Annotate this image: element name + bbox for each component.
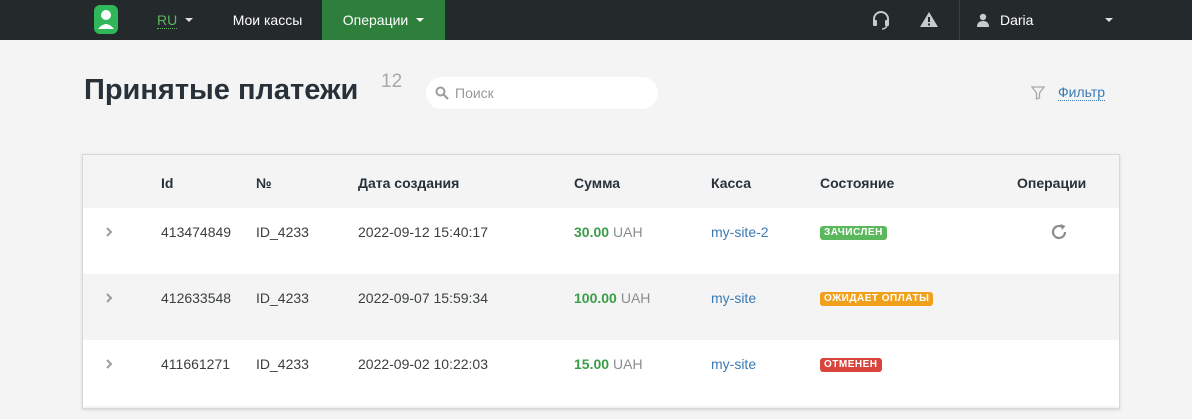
refresh-icon[interactable] <box>1049 222 1069 242</box>
amount-value: 30.00 <box>574 224 610 240</box>
column-header-kassa[interactable]: Касса <box>711 175 751 191</box>
row-amount: 30.00 UAH <box>574 224 643 240</box>
user-icon <box>977 13 989 27</box>
nav-my-kassy[interactable]: Мои кассы <box>214 0 321 40</box>
column-header-state[interactable]: Состояние <box>820 175 894 191</box>
chevron-down-icon <box>1105 18 1113 22</box>
top-navbar: RU Мои кассы Операции Daria <box>0 0 1192 40</box>
warning-icon[interactable] <box>918 9 940 31</box>
column-header-id[interactable]: Id <box>161 175 173 191</box>
row-id: 412633548 <box>161 290 232 306</box>
user-logo-icon[interactable] <box>94 5 118 34</box>
user-name: Daria <box>1000 12 1034 28</box>
table-row[interactable]: 412633548 ID_4233 2022-09-07 15:59:34 10… <box>83 274 1119 340</box>
column-header-sum[interactable]: Сумма <box>574 175 620 191</box>
row-kassa-link[interactable]: my-site <box>711 290 756 306</box>
nav-operations-label: Операции <box>342 12 409 28</box>
chevron-down-icon <box>185 18 194 22</box>
payments-count: 12 <box>381 71 403 92</box>
filter-label: Фильтр <box>1058 84 1106 101</box>
row-amount: 15.00 UAH <box>574 356 643 372</box>
payments-table: Id № Дата создания Сумма Касса Состояние… <box>82 154 1120 409</box>
amount-value: 100.00 <box>574 290 617 306</box>
search-box[interactable] <box>426 77 658 109</box>
search-input[interactable] <box>455 85 645 101</box>
table-row[interactable]: 413474849 ID_4233 2022-09-12 15:40:17 30… <box>83 208 1119 274</box>
row-kassa-link[interactable]: my-site-2 <box>711 224 769 240</box>
amount-currency: UAH <box>613 356 643 372</box>
nav-my-kassy-label: Мои кассы <box>232 12 303 28</box>
filter-toggle[interactable]: Фильтр <box>1031 84 1106 101</box>
status-badge: ОЖИДАЕТ ОПЛАТЫ <box>820 292 934 306</box>
row-amount: 100.00 UAH <box>574 290 650 306</box>
row-date: 2022-09-02 10:22:03 <box>358 356 488 372</box>
row-kassa-link[interactable]: my-site <box>711 356 756 372</box>
chevron-down-icon <box>416 18 425 22</box>
row-id: 413474849 <box>161 224 232 240</box>
column-header-date[interactable]: Дата создания <box>358 175 459 191</box>
row-date: 2022-09-07 15:59:34 <box>358 290 488 306</box>
row-number: ID_4233 <box>256 290 309 306</box>
nav-operations[interactable]: Операции <box>322 0 445 40</box>
column-header-number[interactable]: № <box>256 175 272 191</box>
language-selector[interactable]: RU <box>148 0 206 40</box>
chevron-right-icon[interactable] <box>105 292 113 304</box>
column-header-operations: Операции <box>1017 175 1087 191</box>
row-date: 2022-09-12 15:40:17 <box>358 224 488 240</box>
row-number: ID_4233 <box>256 356 309 372</box>
chevron-right-icon[interactable] <box>105 226 113 238</box>
amount-currency: UAH <box>620 290 651 306</box>
amount-currency: UAH <box>613 224 643 240</box>
chevron-right-icon[interactable] <box>105 358 113 370</box>
headset-icon[interactable] <box>870 9 892 31</box>
row-number: ID_4233 <box>256 224 309 240</box>
page-title: Принятые платежи <box>84 74 359 106</box>
status-badge: ЗАЧИСЛЕН <box>820 226 887 240</box>
row-id: 411661271 <box>161 356 231 372</box>
table-row[interactable]: 411661271 ID_4233 2022-09-02 10:22:03 15… <box>83 340 1119 406</box>
user-menu[interactable]: Daria <box>960 0 1192 40</box>
filter-icon <box>1031 85 1045 100</box>
amount-value: 15.00 <box>574 356 610 372</box>
search-icon <box>435 86 449 100</box>
status-badge: ОТМЕНЕН <box>820 358 882 372</box>
language-label: RU <box>157 11 178 29</box>
